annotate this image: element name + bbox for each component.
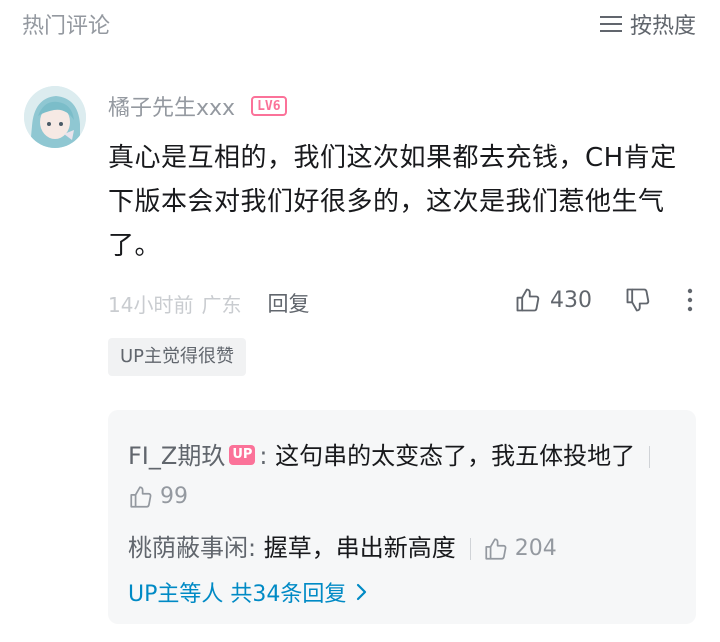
- like-button[interactable]: 430: [514, 286, 592, 314]
- thumbs-down-icon: [626, 288, 650, 312]
- divider: [649, 446, 651, 468]
- avatar[interactable]: [24, 86, 86, 148]
- reply-item[interactable]: FI_Z期玖 UP: 这句串的太变态了，我五体投地了 99: [128, 436, 680, 517]
- reply-author[interactable]: 桃荫蔽事闲: [128, 534, 248, 562]
- section-title: 热门评论: [22, 14, 111, 39]
- sort-label: 按热度: [629, 14, 696, 39]
- reply-like-count: 204: [514, 536, 557, 561]
- chevron-right-icon: [357, 583, 367, 601]
- reply-text: 这句串的太变态了，我五体投地了: [275, 442, 636, 470]
- comment-meta: 14小时前 广东 回复: [108, 288, 309, 318]
- level-badge: LV6: [251, 96, 287, 116]
- up-badge: UP: [229, 445, 256, 465]
- comment-location: 广东: [201, 292, 242, 317]
- reply-author[interactable]: FI_Z期玖: [128, 442, 225, 470]
- up-liked-badge: UP主觉得很赞: [108, 338, 247, 376]
- reply-text: 握草，串出新高度: [263, 534, 456, 562]
- like-count: 430: [550, 287, 592, 313]
- more-vertical-icon: [687, 288, 693, 312]
- dislike-button[interactable]: [624, 286, 652, 318]
- reply-separator: :: [259, 442, 276, 470]
- reply-like-count: 99: [160, 484, 188, 509]
- list-icon: [599, 16, 622, 32]
- comment-time: 14小时前: [108, 292, 194, 317]
- view-all-replies-link[interactable]: UP主等人 共34条回复: [128, 576, 368, 608]
- view-all-replies-label: UP主等人 共34条回复: [128, 582, 347, 607]
- reply-separator: :: [248, 534, 264, 562]
- reply-button[interactable]: 回复: [267, 288, 309, 318]
- more-options-button[interactable]: [680, 286, 700, 318]
- thumbs-up-icon: [485, 538, 507, 560]
- reply-like-button[interactable]: 204: [483, 529, 557, 569]
- username[interactable]: 橘子先生xxx: [108, 90, 235, 122]
- thumbs-up-icon: [130, 486, 152, 508]
- comment-text: 真心是互相的，我们这次如果都去充钱，CH肯定下版本会对我们好很多的，这次是我们惹…: [108, 143, 677, 261]
- thumbs-up-icon: [516, 288, 540, 312]
- sort-by-hot-button[interactable]: 按热度: [599, 8, 696, 40]
- comment-author[interactable]: 橘子先生xxx LV6: [108, 90, 287, 122]
- reply-like-button[interactable]: 99: [128, 477, 188, 517]
- divider: [469, 538, 471, 560]
- reply-item[interactable]: 桃荫蔽事闲: 握草，串出新高度 204: [128, 528, 557, 569]
